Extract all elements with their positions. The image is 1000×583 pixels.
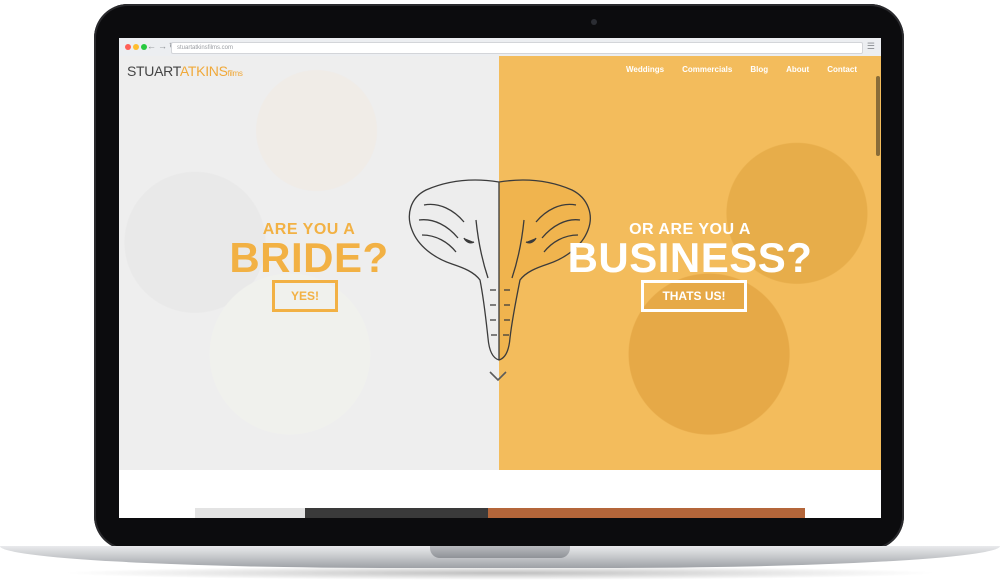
minimize-window-button[interactable] [133,44,139,50]
content-preview-image [195,508,805,518]
browser-chrome: ←→↻ stuartatkinsfilms.com ☰ [119,38,881,57]
yes-button[interactable]: YES! [272,280,338,312]
close-window-button[interactable] [125,44,131,50]
laptop-shadow [60,566,940,580]
nav-contact[interactable]: Contact [827,65,857,74]
business-heading-big: BUSINESS? [567,234,813,281]
hero-section: STUARTATKINSfilms Weddings Commercials B… [119,56,881,470]
logo-part-films: films [227,69,243,78]
thats-us-button[interactable]: THATS US! [641,280,747,312]
chevron-down-icon[interactable] [488,370,508,382]
main-nav: Weddings Commercials Blog About Contact [626,65,857,74]
laptop-notch [430,546,570,558]
logo-part-stuart: STUART [127,63,180,79]
nav-blog[interactable]: Blog [750,65,768,74]
address-bar[interactable]: stuartatkinsfilms.com [171,42,863,54]
forward-arrow-icon[interactable]: → [158,41,169,51]
menu-icon[interactable]: ☰ [867,41,875,52]
nav-about[interactable]: About [786,65,809,74]
nav-weddings[interactable]: Weddings [626,65,664,74]
nav-commercials[interactable]: Commercials [682,65,732,74]
camera [591,19,597,25]
screen: ←→↻ stuartatkinsfilms.com ☰ STUARTATKINS… [119,38,881,518]
scrollbar-thumb[interactable] [876,76,880,156]
logo-part-atkins: ATKINS [179,63,228,79]
back-arrow-icon[interactable]: ← [147,41,158,51]
site-logo[interactable]: STUARTATKINSfilms [127,63,243,79]
bride-heading-big: BRIDE? [229,234,389,281]
address-bar-url: stuartatkinsfilms.com [177,45,234,51]
